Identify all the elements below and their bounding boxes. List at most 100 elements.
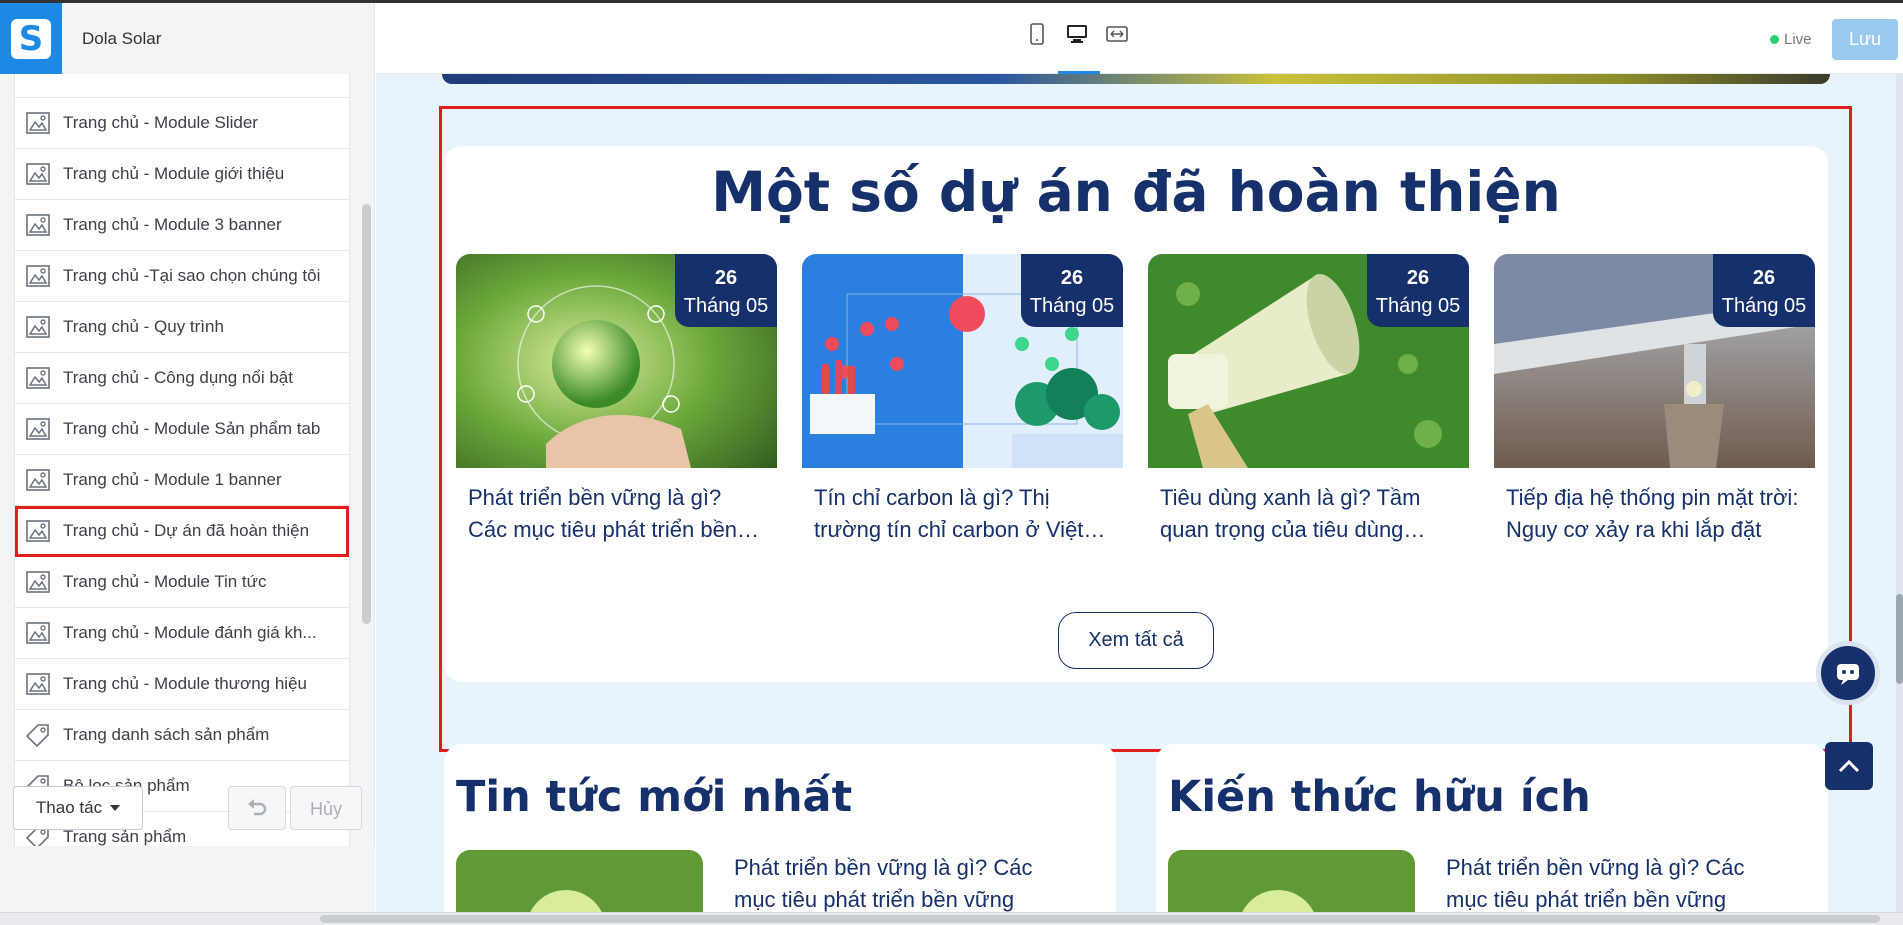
project-title[interactable]: Tiêu dùng xanh là gì? Tầm quan trọng của… [1148, 482, 1469, 546]
sidebar-item-label: Trang chủ - Công dụng nổi bật [63, 368, 293, 387]
project-image: 26 Tháng 05 [1148, 254, 1469, 468]
news-item-title[interactable]: Phát triển bền vững là gì? Các mục tiêu … [734, 852, 1064, 916]
horizontal-scrollbar[interactable] [0, 912, 1903, 925]
sidebar-item-label: Trang chủ -Tại sao chọn chúng tôi [63, 266, 321, 285]
layout-icon [25, 212, 51, 238]
project-image: 26 Tháng 05 [1494, 254, 1815, 468]
layout-icon [25, 110, 51, 136]
contact-float-button[interactable] [1816, 641, 1880, 705]
cancel-button[interactable]: Hủy [290, 786, 362, 830]
live-label: Live [1784, 31, 1812, 48]
project-date-badge: 26 Tháng 05 [675, 254, 777, 327]
undo-button[interactable] [228, 786, 286, 830]
sidebar-item-label: Trang chủ - Module Slider [63, 113, 258, 132]
sidebar-item[interactable]: Trang chủ - Module giới thiệu [15, 149, 349, 200]
project-month: Tháng 05 [1375, 295, 1461, 317]
sidebar-item[interactable]: Trang chủ -Tại sao chọn chúng tôi [15, 251, 349, 302]
project-card[interactable]: 26 Tháng 05 Phát triển bền vững là gì? C… [456, 254, 777, 546]
fullwidth-icon [1106, 26, 1128, 42]
latest-news-section[interactable]: Tin tức mới nhất Phát triển bền vững là … [444, 744, 1116, 925]
project-month: Tháng 05 [1721, 295, 1807, 317]
horizontal-scrollbar-thumb[interactable] [320, 915, 1880, 923]
sidebar-item[interactable]: Trang chủ - Module 3 banner [15, 200, 349, 251]
back-to-top-button[interactable] [1825, 742, 1873, 790]
layout-icon [25, 620, 51, 646]
latest-news-title: Tin tức mới nhất [456, 772, 853, 822]
preview-scrollbar-thumb[interactable] [1896, 594, 1903, 684]
useful-knowledge-title: Kiến thức hữu ích [1168, 772, 1591, 822]
actions-dropdown-button[interactable]: Thao tác [13, 786, 143, 830]
sidebar-item-selected[interactable]: Trang chủ - Dự án đã hoàn thiện [15, 506, 349, 557]
mobile-icon [1030, 23, 1044, 45]
desktop-icon [1067, 25, 1087, 43]
layout-icon [25, 365, 51, 391]
desktop-view-button[interactable] [1064, 21, 1090, 47]
store-name: Dola Solar [62, 3, 375, 74]
sidebar-item[interactable]: Trang chủ - Module 1 banner [15, 455, 349, 506]
layout-icon [25, 671, 51, 697]
undo-icon [248, 799, 267, 816]
see-all-button[interactable]: Xem tất cả [1058, 612, 1214, 669]
save-button[interactable]: Lưu [1832, 19, 1898, 60]
sidebar-item-label: Trang chủ - Dự án đã hoàn thiện [63, 521, 310, 540]
knowledge-item-title[interactable]: Phát triển bền vững là gì? Các mục tiêu … [1446, 852, 1776, 916]
fullwidth-view-button[interactable] [1104, 21, 1130, 47]
sidebar-template-list: Trang chủ - Module Slider Trang chủ - Mod… [14, 74, 350, 846]
layout-icon [25, 569, 51, 595]
page-preview: Một số dự án đã hoàn thiện 26 Tháng 05 P… [376, 74, 1903, 925]
project-image: 26 Tháng 05 [802, 254, 1123, 468]
sidebar-item[interactable]: Trang chủ - Module Sản phẩm tab [15, 404, 349, 455]
sidebar-item[interactable]: Trang chủ - Quy trình [15, 302, 349, 353]
sidebar-scrollbar[interactable] [362, 204, 371, 624]
top-bar: S Dola Solar Live Lưu [0, 0, 1903, 75]
completed-projects-section[interactable]: Một số dự án đã hoàn thiện 26 Tháng 05 P… [444, 146, 1828, 682]
project-day: 26 [714, 267, 738, 289]
sidebar-item[interactable]: Trang chủ - Công dụng nổi bật [15, 353, 349, 404]
sidebar-item-label: Trang chủ - Module thương hiệu [63, 674, 307, 693]
project-card[interactable]: 26 Tháng 05 Tiêu dùng xanh là gì? Tầm qu… [1148, 254, 1469, 546]
sidebar-item-label: Trang chủ - Module Tin tức [63, 572, 267, 591]
sidebar-item-label: Trang chủ - Module 3 banner [63, 215, 282, 234]
project-day: 26 [1752, 267, 1776, 289]
project-day: 26 [1406, 267, 1430, 289]
project-month: Tháng 05 [683, 295, 769, 317]
project-card[interactable]: 26 Tháng 05 Tiếp địa hệ thống pin mặt tr… [1494, 254, 1815, 546]
sidebar-item-partial[interactable] [15, 74, 349, 98]
layout-icon [25, 161, 51, 187]
layout-icon [25, 263, 51, 289]
sidebar-item[interactable]: Trang chủ - Module đánh giá kh... [15, 608, 349, 659]
project-title[interactable]: Phát triển bền vững là gì? Các mục tiêu … [456, 482, 777, 546]
logo-s-icon: S [11, 18, 51, 59]
project-date-badge: 26 Tháng 05 [1367, 254, 1469, 327]
project-title[interactable]: Tín chỉ carbon là gì? Thị trường tín chỉ… [802, 482, 1123, 546]
projects-grid: 26 Tháng 05 Phát triển bền vững là gì? C… [456, 254, 1815, 546]
caret-down-icon [110, 805, 121, 811]
project-month: Tháng 05 [1029, 295, 1115, 317]
layout-icon [25, 467, 51, 493]
project-card[interactable]: 26 Tháng 05 Tín chỉ carbon là gì? Thị tr… [802, 254, 1123, 546]
sidebar-item[interactable]: Trang chủ - Module Tin tức [15, 557, 349, 608]
hero-banner-edge [442, 74, 1830, 84]
chevron-up-icon [1838, 759, 1860, 773]
sidebar-item-label: Trang chủ - Module giới thiệu [63, 164, 285, 183]
contact-chat-icon [1837, 664, 1859, 685]
layout-icon [25, 518, 51, 544]
mobile-view-button[interactable] [1024, 21, 1050, 47]
live-dot-icon [1770, 35, 1779, 44]
sidebar-item[interactable]: Trang chủ - Module Slider [15, 98, 349, 149]
layout-icon [25, 314, 51, 340]
project-title[interactable]: Tiếp địa hệ thống pin mặt trời: Nguy cơ … [1494, 482, 1815, 546]
sidebar-item-label: Trang chủ - Module 1 banner [63, 470, 282, 489]
sidebar-item-label: Trang chủ - Module đánh giá kh... [63, 623, 317, 642]
tag-icon [25, 722, 51, 748]
sidebar-item[interactable]: Trang danh sách sản phẩm [15, 710, 349, 761]
project-date-badge: 26 Tháng 05 [1021, 254, 1123, 327]
project-image: 26 Tháng 05 [456, 254, 777, 468]
sidebar-item[interactable]: Trang chủ - Module thương hiệu [15, 659, 349, 710]
app-logo[interactable]: S [0, 3, 62, 74]
layout-icon [25, 416, 51, 442]
useful-knowledge-section[interactable]: Kiến thức hữu ích Phát triển bền vững là… [1156, 744, 1828, 925]
live-status: Live [1770, 31, 1812, 48]
sidebar-item-label: Trang chủ - Quy trình [63, 317, 224, 336]
preview-scrollbar[interactable] [1896, 74, 1903, 925]
